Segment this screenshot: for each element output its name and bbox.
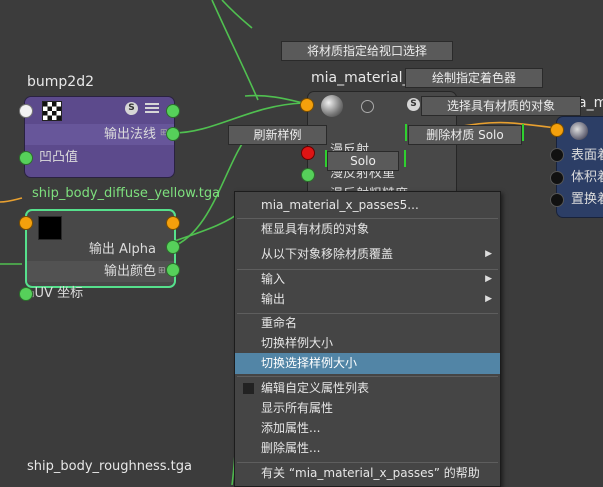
right-node-row1-port[interactable] <box>550 148 564 162</box>
menu-item-outputs[interactable]: 输出 ▶ <box>235 289 500 310</box>
select-objects-tooltip: 选择具有材质的对象 <box>421 96 581 116</box>
menu-item-toggle-swatch-size[interactable]: 切换样例大小 <box>235 333 500 354</box>
menu-item-delete-attribute[interactable]: 删除属性... <box>235 438 500 459</box>
swatch-s-icon[interactable]: S <box>125 102 138 115</box>
solo-bracket <box>325 150 406 167</box>
right-node-row3-port[interactable] <box>550 193 564 207</box>
menu-item-help[interactable]: 有关 “mia_material_x_passes” 的帮助 <box>235 463 500 484</box>
refresh-swatch-tooltip: 刷新样例 <box>228 125 327 145</box>
diffuse-uv-port[interactable] <box>19 287 33 301</box>
diffuse-out-color-port[interactable] <box>166 263 180 277</box>
menu-lines-icon[interactable] <box>145 103 159 114</box>
menu-header: mia_material_x_passes5... <box>261 198 419 212</box>
bump2d2-right-port[interactable] <box>166 104 180 118</box>
bump2d2-node[interactable]: S 输出法线 ⊞ 凹凸值 <box>24 96 175 178</box>
diffuse-top-port[interactable] <box>19 216 33 230</box>
expand-icon[interactable]: ⊞ <box>158 266 166 276</box>
checkbox-icon[interactable] <box>243 383 254 394</box>
mia-row2-port[interactable] <box>301 168 315 182</box>
right-node-row2-port[interactable] <box>550 171 564 185</box>
menu-item-rename[interactable]: 重命名 <box>235 313 500 334</box>
diffuse-texture-node[interactable]: 输出 Alpha 输出颜色 ⊞ <box>25 209 176 288</box>
bump2d2-output-label: 输出法线 <box>25 124 174 145</box>
roughness-texture-title: ship_body_roughness.tga <box>27 459 193 474</box>
diffuse-uv-label: UV 坐标 <box>34 286 84 301</box>
context-menu: mia_material_x_passes5... 框显具有材质的对象 从以下对… <box>234 191 501 487</box>
menu-item-remove-override[interactable]: 从以下对象移除材质覆盖 ▶ <box>235 244 500 265</box>
menu-item-inputs[interactable]: 输入 ▶ <box>235 269 500 290</box>
texture-swatch-icon <box>38 216 62 240</box>
right-node-title: a_m <box>578 95 603 111</box>
menu-item-add-attribute[interactable]: 添加属性... <box>235 418 500 439</box>
menu-item-show-all-attributes[interactable]: 显示所有属性 <box>235 398 500 419</box>
submenu-arrow-icon: ▶ <box>485 249 492 259</box>
toggle-circle-icon[interactable] <box>361 100 374 113</box>
diffuse-out-alpha-port[interactable] <box>166 240 180 254</box>
mia-row1-port[interactable] <box>301 146 315 160</box>
diffuse-out-color-label: 输出颜色 <box>27 261 174 282</box>
diffuse-top-right-port[interactable] <box>166 216 180 230</box>
diffuse-texture-title: ship_body_diffuse_yellow.tga <box>32 186 221 201</box>
submenu-arrow-icon: ▶ <box>485 274 492 284</box>
right-node-input-port[interactable] <box>550 123 564 137</box>
menu-item-toggle-selected-swatch-size[interactable]: 切换选择样例大小 <box>235 353 500 374</box>
bump2d2-top-port[interactable] <box>19 104 33 118</box>
menu-item-frame-objects[interactable]: 框显具有材质的对象 <box>235 219 500 240</box>
menu-item-outputs-label: 输出 <box>261 292 286 306</box>
menu-item-remove-override-label: 从以下对象移除材质覆盖 <box>261 247 394 261</box>
menu-item-edit-custom-attributes-label: 编辑自定义属性列表 <box>261 381 370 395</box>
bump2d2-title: bump2d2 <box>27 74 94 90</box>
shading-group-icon <box>570 122 588 140</box>
diffuse-uv-row: ⊞UV 坐标 <box>27 283 83 304</box>
mia-input-port[interactable] <box>300 98 314 112</box>
menu-item-edit-custom-attributes[interactable]: 编辑自定义属性列表 <box>235 378 500 399</box>
submenu-arrow-icon: ▶ <box>485 294 492 304</box>
bump2d2-output-port[interactable] <box>166 127 180 141</box>
swatch-s-icon[interactable]: S <box>407 98 420 111</box>
checker-swatch-icon <box>42 101 62 121</box>
menu-item-inputs-label: 输入 <box>261 272 286 286</box>
paint-assign-tooltip: 绘制指定着色器 <box>405 68 543 88</box>
bump2d2-input-port[interactable] <box>19 151 33 165</box>
menu-separator <box>237 376 498 377</box>
sphere-swatch-icon <box>321 95 343 117</box>
remove-solo-bracket <box>405 124 524 141</box>
diffuse-out-alpha-label: 输出 Alpha <box>88 242 156 257</box>
assign-viewport-tooltip: 将材质指定给视口选择 <box>281 41 453 61</box>
mia-material-title: mia_material_ <box>311 70 410 86</box>
bump2d2-input-label: 凹凸值 <box>39 150 79 165</box>
